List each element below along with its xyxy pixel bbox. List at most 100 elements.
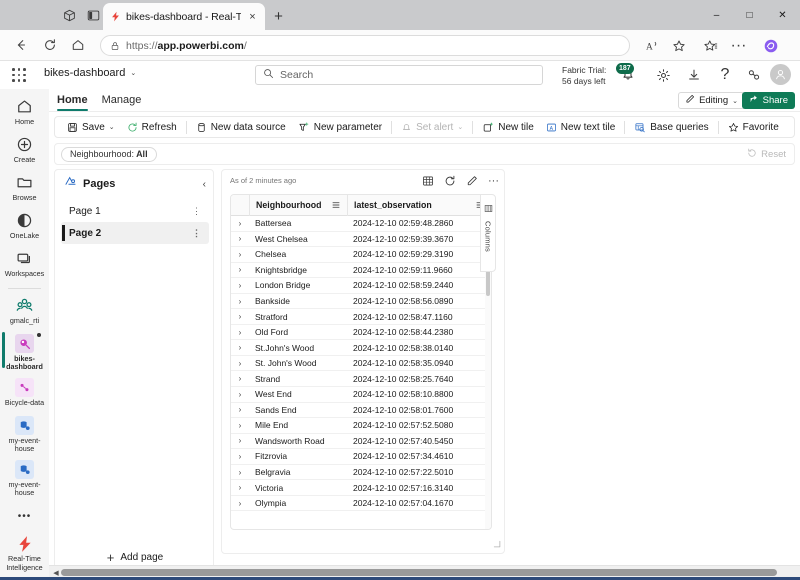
sidebar-item-my-eventhouse-1[interactable]: my-event-house — [0, 414, 49, 454]
split-screen-icon[interactable] — [84, 6, 102, 24]
window-close-button[interactable]: ✕ — [766, 0, 799, 30]
tile-resize-handle[interactable] — [492, 539, 501, 550]
sidebar-item-home[interactable]: Home — [0, 95, 49, 129]
table-row[interactable]: › Bankside 2024-12-10 02:58:56.0890 — [231, 294, 491, 310]
row-expand-icon[interactable]: › — [231, 433, 249, 448]
trial-status[interactable]: Fabric Trial: 56 days left — [562, 65, 606, 86]
table-row[interactable]: › Old Ford 2024-12-10 02:58:44.2380 — [231, 325, 491, 341]
window-maximize-button[interactable]: □ — [733, 0, 766, 30]
tab-home[interactable]: Home — [57, 89, 88, 112]
sidebar-item-bicycle-data[interactable]: Bicycle-data — [0, 376, 49, 410]
share-button[interactable]: Share — [741, 92, 795, 109]
read-aloud-icon[interactable]: A — [643, 36, 662, 55]
new-data-source-button[interactable]: New data source — [190, 117, 292, 137]
table-row[interactable]: › West End 2024-12-10 02:58:10.8800 — [231, 387, 491, 403]
table-view-icon[interactable] — [421, 174, 434, 187]
table-row[interactable]: › Belgravia 2024-12-10 02:57:22.5010 — [231, 465, 491, 481]
sidebar-item-create[interactable]: Create — [0, 133, 49, 167]
browser-more-icon[interactable]: ··· — [729, 36, 748, 55]
favorite-button[interactable]: Favorite — [722, 117, 785, 137]
row-expand-icon[interactable]: › — [231, 371, 249, 386]
column-header-neighbourhood[interactable]: Neighbourhood — [249, 195, 347, 216]
table-row[interactable]: › Fitzrovia 2024-12-10 02:57:34.4610 — [231, 449, 491, 465]
row-expand-icon[interactable]: › — [231, 325, 249, 340]
page-options-icon[interactable]: ⋮ — [192, 228, 201, 239]
new-text-tile-button[interactable]: A New text tile — [540, 117, 621, 137]
page-list-item-2[interactable]: Page 2 ⋮ — [61, 222, 209, 244]
sidebar-item-workspaces[interactable]: Workspaces — [0, 247, 49, 281]
table-row[interactable]: › West Chelsea 2024-12-10 02:59:39.3670 — [231, 232, 491, 248]
row-expand-icon[interactable]: › — [231, 278, 249, 293]
row-expand-icon[interactable]: › — [231, 402, 249, 417]
row-expand-icon[interactable]: › — [231, 496, 249, 511]
columns-side-panel[interactable]: Columns — [480, 194, 496, 272]
page-options-icon[interactable]: ⋮ — [192, 206, 201, 217]
window-minimize-button[interactable]: – — [700, 0, 733, 30]
tile-more-icon[interactable]: ··· — [487, 174, 500, 187]
table-row[interactable]: › Victoria 2024-12-10 02:57:16.3140 — [231, 480, 491, 496]
table-row[interactable]: › Sands End 2024-12-10 02:58:01.7600 — [231, 403, 491, 419]
row-expand-icon[interactable]: › — [231, 480, 249, 495]
search-input[interactable]: Search — [255, 65, 543, 85]
help-icon[interactable]: ? — [716, 66, 734, 84]
row-expand-icon[interactable]: › — [231, 231, 249, 246]
column-menu-icon[interactable] — [332, 201, 340, 209]
table-row[interactable]: › Stratford 2024-12-10 02:58:47.1160 — [231, 309, 491, 325]
table-row[interactable]: › Strand 2024-12-10 02:58:25.7640 — [231, 371, 491, 388]
row-expand-icon[interactable]: › — [231, 449, 249, 464]
table-row[interactable]: › Olympia 2024-12-10 02:57:04.1670 — [231, 496, 491, 512]
row-expand-icon[interactable]: › — [231, 340, 249, 355]
row-expand-icon[interactable]: › — [231, 465, 249, 480]
new-parameter-button[interactable]: New parameter — [292, 117, 388, 137]
row-expand-icon[interactable]: › — [231, 247, 249, 262]
new-tile-button[interactable]: New tile — [476, 117, 540, 137]
tab-search-icon[interactable] — [60, 6, 78, 24]
home-button[interactable] — [68, 35, 88, 55]
sidebar-item-bikes-dashboard[interactable]: bikes-dashboard — [0, 332, 49, 372]
table-row[interactable]: › London Bridge 2024-12-10 02:58:59.2440 — [231, 278, 491, 294]
row-expand-icon[interactable]: › — [231, 418, 249, 433]
browser-tab[interactable]: bikes-dashboard - Real-Time Inte × — [103, 3, 265, 30]
refresh-button[interactable]: Refresh — [121, 117, 183, 137]
copilot-icon[interactable] — [761, 36, 780, 55]
url-input[interactable]: https://app.powerbi.com/ — [100, 35, 630, 56]
table-row[interactable]: › Chelsea 2024-12-10 02:59:29.3190 — [231, 247, 491, 263]
table-row[interactable]: › St. John's Wood 2024-12-10 02:58:35.0940 — [231, 356, 491, 372]
collapse-panel-icon[interactable]: ‹ — [203, 179, 206, 190]
sidebar-item-workspace-gmalc-rti[interactable]: gmalc_rti — [0, 294, 49, 328]
sidebar-item-onelake[interactable]: OneLake — [0, 209, 49, 243]
pencil-icon[interactable] — [465, 174, 478, 187]
table-row[interactable]: › Knightsbridge 2024-12-10 02:59:11.9660 — [231, 263, 491, 279]
save-button[interactable]: Save ⌄ — [61, 117, 121, 137]
scroll-left-arrow[interactable]: ◀ — [51, 568, 61, 577]
feedback-icon[interactable] — [745, 66, 763, 84]
editing-mode-button[interactable]: Editing ⌄ — [678, 92, 745, 109]
filter-pill-neighbourhood[interactable]: Neighbourhood: All — [61, 146, 157, 162]
column-header-latest-observation[interactable]: latest_observation — [347, 195, 491, 216]
gear-icon[interactable] — [654, 66, 672, 84]
collections-icon[interactable] — [701, 36, 720, 55]
table-row[interactable]: › Wandsworth Road 2024-12-10 02:57:40.5450 — [231, 434, 491, 450]
tab-manage[interactable]: Manage — [102, 89, 142, 112]
avatar[interactable] — [770, 64, 791, 85]
sidebar-item-browse[interactable]: Browse — [0, 171, 49, 205]
new-tab-button[interactable]: + — [270, 8, 287, 25]
refresh-button[interactable] — [40, 35, 60, 55]
sidebar-footer[interactable]: Real-Time Intelligence — [0, 534, 49, 572]
app-launcher-icon[interactable] — [12, 68, 26, 82]
sidebar-item-my-eventhouse-2[interactable]: my-event-house — [0, 458, 49, 498]
row-expand-icon[interactable]: › — [231, 216, 249, 231]
add-favorite-icon[interactable] — [669, 36, 688, 55]
table-row[interactable]: › Mile End 2024-12-10 02:57:52.5080 — [231, 418, 491, 434]
refresh-icon[interactable] — [443, 174, 456, 187]
row-expand-icon[interactable]: › — [231, 356, 249, 371]
close-icon[interactable]: × — [246, 10, 259, 23]
row-expand-icon[interactable]: › — [231, 309, 249, 324]
row-expand-icon[interactable]: › — [231, 262, 249, 277]
back-button[interactable] — [11, 35, 31, 55]
table-row[interactable]: › St.John's Wood 2024-12-10 02:58:38.0140 — [231, 340, 491, 356]
workspace-breadcrumb[interactable]: bikes-dashboard ⌄ — [44, 67, 136, 79]
download-icon[interactable] — [685, 66, 703, 84]
row-expand-icon[interactable]: › — [231, 387, 249, 402]
base-queries-button[interactable]: Base queries — [628, 117, 714, 137]
